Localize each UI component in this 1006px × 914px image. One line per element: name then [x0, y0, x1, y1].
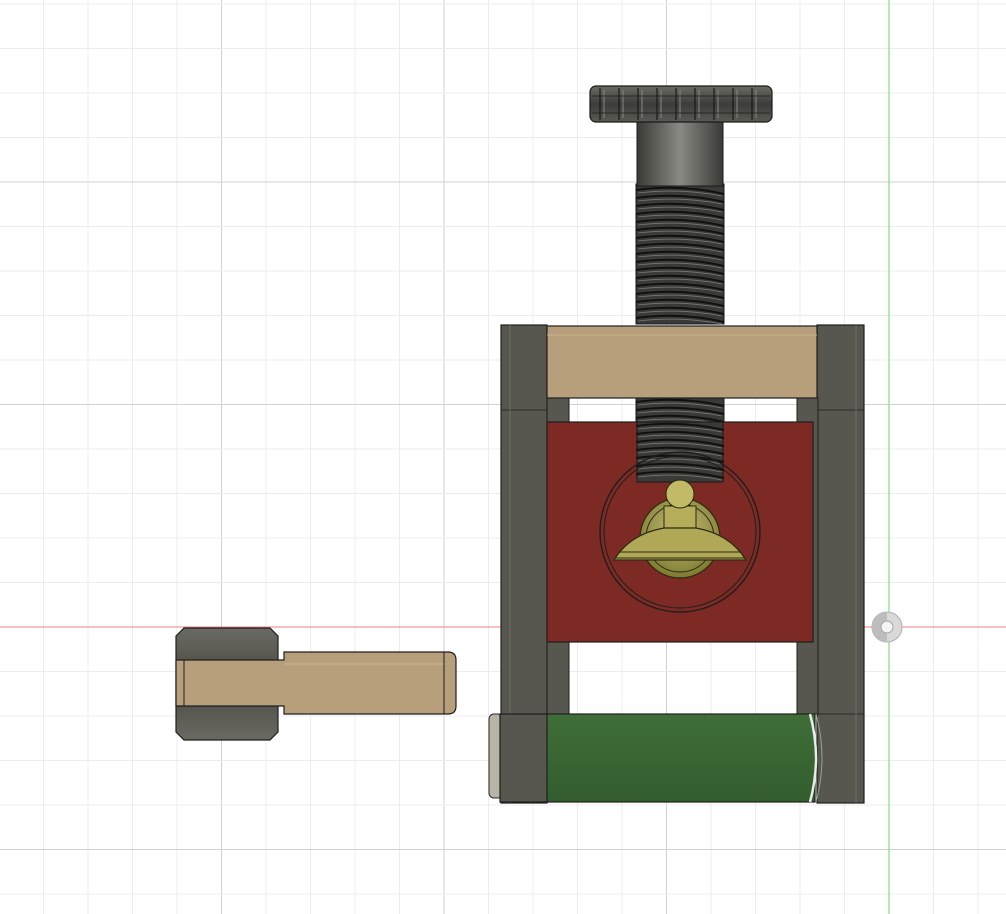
bottom-roller[interactable]	[488, 713, 823, 803]
origin-point-icon[interactable]	[871, 611, 903, 643]
cad-viewport[interactable]	[0, 0, 1006, 914]
screw-shaft	[636, 119, 724, 187]
top-plate[interactable]	[546, 325, 818, 399]
crank-handle[interactable]	[175, 627, 457, 741]
knurled-knob[interactable]	[589, 85, 773, 123]
model-canvas[interactable]	[0, 0, 1006, 914]
right-post[interactable]	[816, 324, 865, 804]
